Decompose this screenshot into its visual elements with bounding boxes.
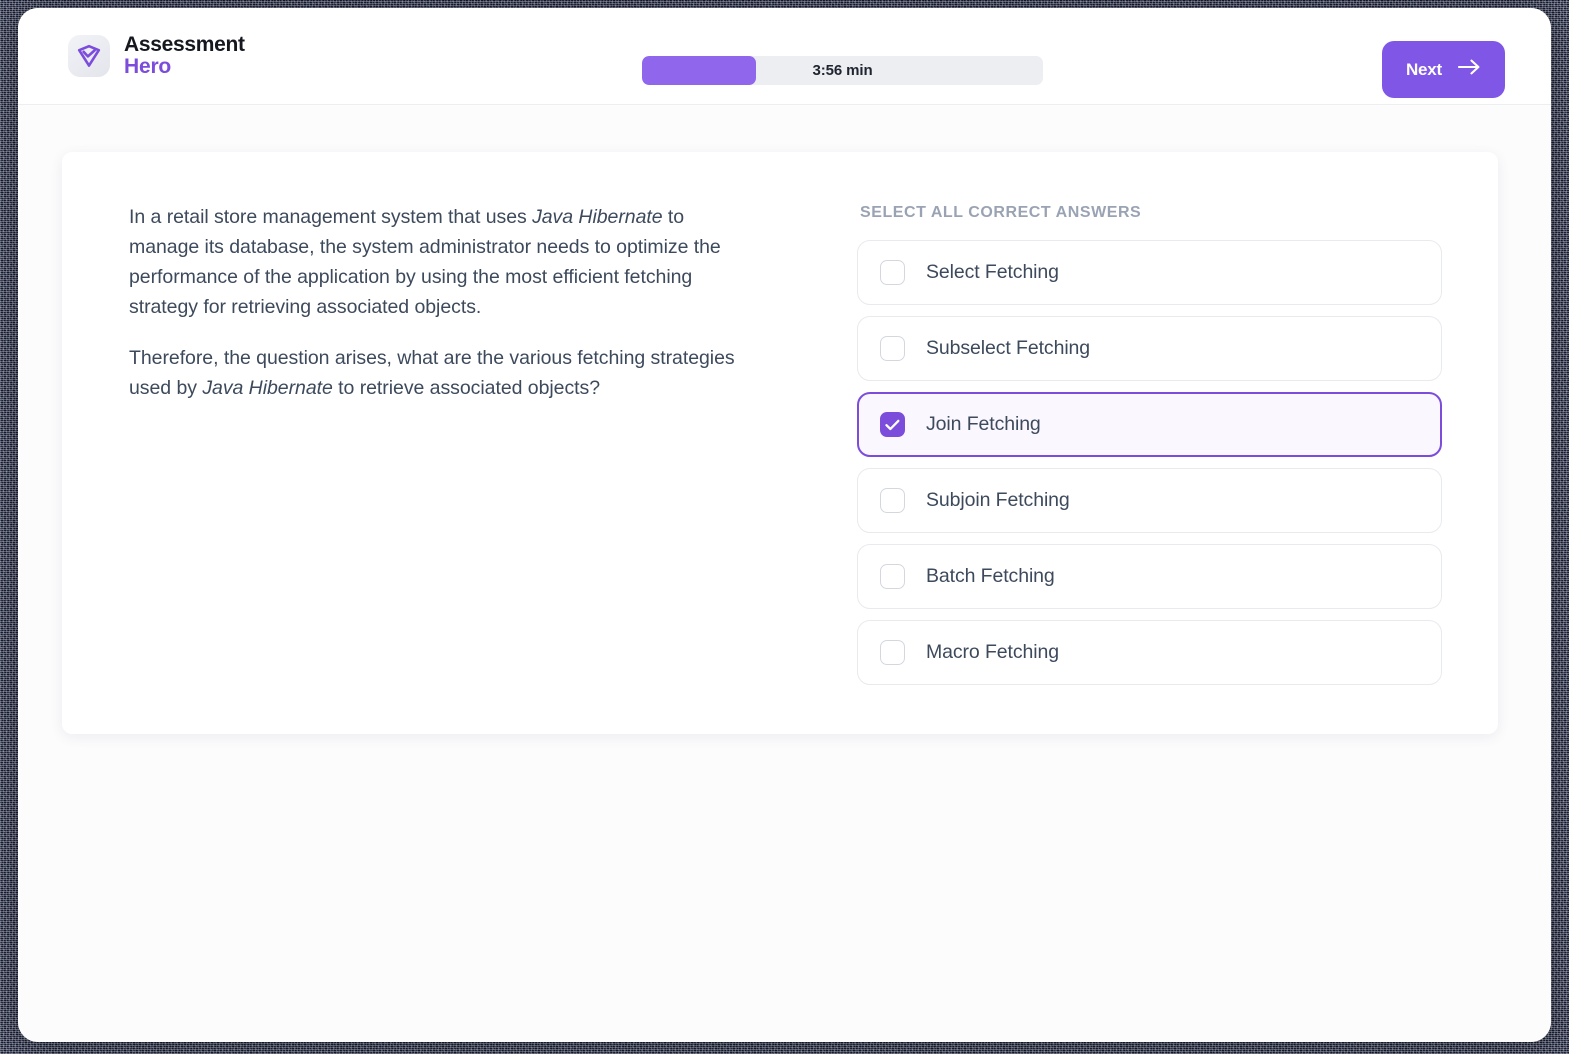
- answer-option-row[interactable]: Select Fetching: [857, 240, 1442, 305]
- answer-option-label: Subselect Fetching: [926, 337, 1091, 359]
- answer-option-label: Macro Fetching: [926, 641, 1059, 663]
- shield-check-logo-icon: [68, 34, 110, 77]
- answer-option-row[interactable]: Macro Fetching: [857, 620, 1442, 685]
- question-card: In a retail store management system that…: [62, 152, 1498, 734]
- question-paragraph-1: In a retail store management system that…: [129, 202, 754, 322]
- page-body: In a retail store management system that…: [18, 105, 1551, 1042]
- next-button-label: Next: [1405, 59, 1442, 79]
- question-p1-emphasis: Java Hibernate: [532, 206, 663, 228]
- question-p1-text-a: In a retail store management system that…: [129, 206, 533, 228]
- answer-option-row[interactable]: Join Fetching: [857, 392, 1442, 457]
- timer-progress-bar: 3:56 min: [642, 56, 1043, 85]
- checkbox-unchecked-icon[interactable]: [880, 488, 905, 513]
- checkbox-unchecked-icon[interactable]: [880, 336, 905, 361]
- arrow-right-icon: [1457, 59, 1481, 80]
- brand-name-primary: Assessment: [124, 33, 245, 56]
- checkbox-unchecked-icon[interactable]: [880, 260, 905, 285]
- answer-option-row[interactable]: Subselect Fetching: [857, 316, 1442, 381]
- question-paragraph-2: Therefore, the question arises, what are…: [129, 343, 754, 403]
- checkbox-checked-icon[interactable]: [880, 412, 905, 437]
- answer-option-row[interactable]: Subjoin Fetching: [857, 468, 1442, 533]
- application-window: Assessment Hero 3:56 min Next In a retai…: [18, 8, 1551, 1042]
- timer-label: 3:56 min: [812, 62, 873, 79]
- answer-option-label: Select Fetching: [926, 261, 1059, 283]
- answers-column: SELECT ALL CORRECT ANSWERS Select Fetchi…: [822, 152, 1498, 734]
- question-p2-emphasis: Java Hibernate: [202, 377, 333, 399]
- question-p2-text-b: to retrieve associated objects?: [332, 377, 601, 399]
- answers-heading: SELECT ALL CORRECT ANSWERS: [860, 204, 1142, 221]
- checkbox-unchecked-icon[interactable]: [880, 640, 905, 665]
- brand-name-secondary: Hero: [124, 54, 172, 78]
- answer-option-label: Subjoin Fetching: [926, 489, 1070, 511]
- checkbox-unchecked-icon[interactable]: [880, 564, 905, 589]
- answer-option-list: Select Fetching Subselect Fetching Join Fe…: [857, 240, 1442, 685]
- question-column: In a retail store management system that…: [62, 152, 822, 734]
- next-button[interactable]: Next: [1381, 41, 1505, 98]
- app-header: Assessment Hero 3:56 min Next: [18, 8, 1551, 105]
- answer-option-label: Batch Fetching: [926, 565, 1055, 587]
- brand-logo-area[interactable]: Assessment Hero: [68, 34, 245, 78]
- brand-text: Assessment Hero: [124, 34, 245, 78]
- answer-option-label: Join Fetching: [926, 413, 1041, 435]
- answer-option-row[interactable]: Batch Fetching: [857, 544, 1442, 609]
